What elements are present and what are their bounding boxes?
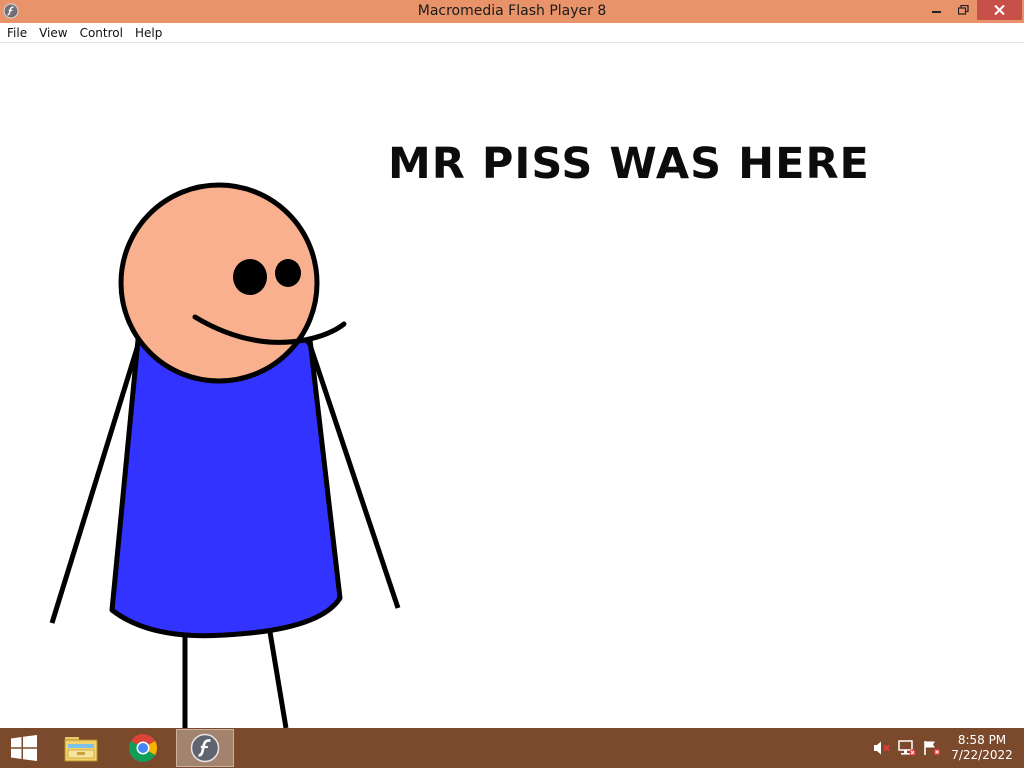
file-explorer-button[interactable]	[58, 729, 104, 767]
close-icon	[994, 5, 1005, 15]
file-explorer-icon	[64, 737, 98, 762]
flash-player-taskbar-button[interactable]	[176, 729, 234, 767]
flash-stage[interactable]: MR PISS WAS HERE	[0, 44, 1024, 728]
minimize-icon	[932, 11, 941, 13]
taskbar: 8:58 PM 7/22/2022	[0, 728, 1024, 768]
chrome-icon	[129, 734, 157, 762]
shirt	[109, 337, 343, 639]
right-eye	[275, 259, 301, 287]
taskbar-clock[interactable]: 8:58 PM 7/22/2022	[944, 733, 1020, 763]
menu-control[interactable]: Control	[75, 26, 128, 40]
clock-date: 7/22/2022	[951, 748, 1013, 762]
start-button[interactable]	[0, 729, 48, 767]
window-title: Macromedia Flash Player 8	[417, 3, 607, 19]
windows-start-icon	[11, 735, 37, 761]
right-leg	[267, 631, 289, 728]
network-icon[interactable]	[898, 740, 916, 756]
left-eye	[233, 259, 267, 295]
restore-button[interactable]	[950, 0, 976, 20]
menu-bar: File View Control Help	[0, 23, 1024, 43]
restore-icon	[957, 5, 969, 15]
clock-time: 8:58 PM	[957, 733, 1007, 747]
chrome-button[interactable]	[120, 729, 166, 767]
minimize-button[interactable]	[924, 0, 950, 20]
flash-player-icon	[190, 733, 220, 763]
headline-text: MR PISS WAS HERE	[388, 139, 870, 189]
close-button[interactable]	[977, 0, 1022, 20]
volume-muted-icon[interactable]	[873, 740, 891, 756]
title-bar[interactable]: Macromedia Flash Player 8	[0, 0, 1024, 23]
menu-file[interactable]: File	[2, 26, 32, 40]
menu-help[interactable]: Help	[130, 26, 167, 40]
action-center-flag-icon[interactable]	[923, 740, 941, 756]
menu-view[interactable]: View	[34, 26, 72, 40]
